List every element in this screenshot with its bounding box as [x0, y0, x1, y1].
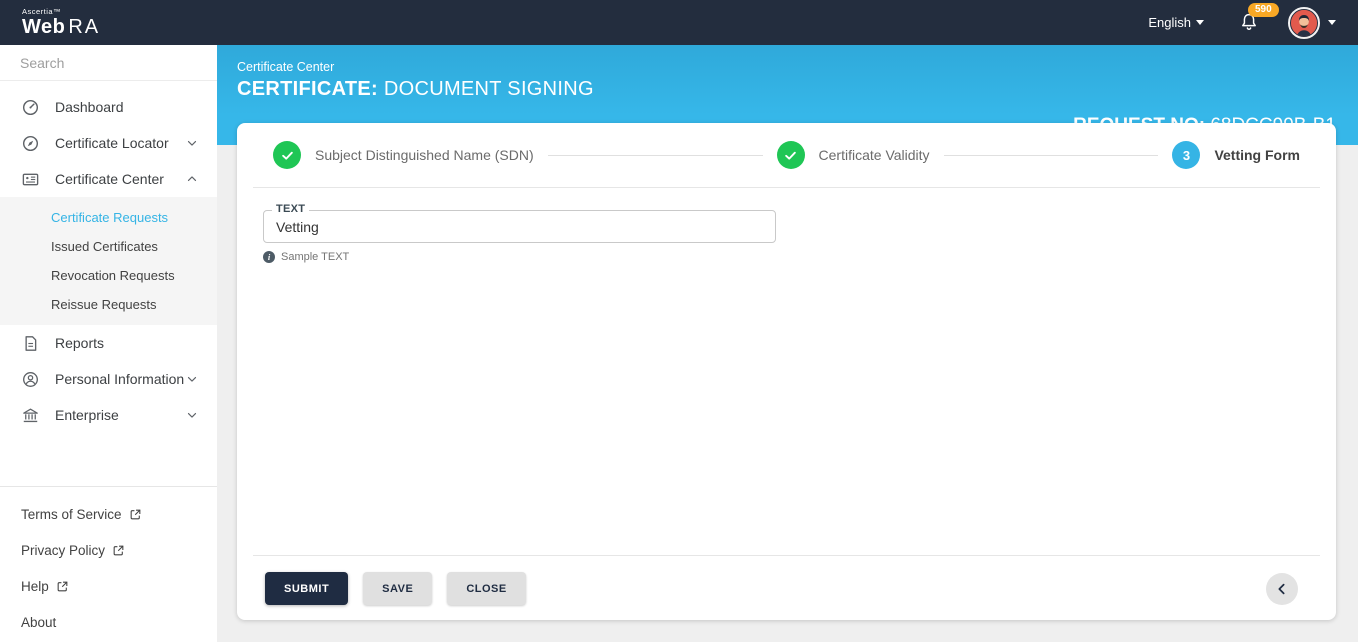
text-field-wrapper: TEXT: [263, 203, 776, 243]
top-navbar: Ascertia™ Web RA English 590: [0, 0, 1358, 45]
page-header-text: Certificate Center CERTIFICATE: DOCUMENT…: [237, 60, 594, 101]
footer-link-label: Terms of Service: [21, 506, 122, 522]
compass-icon: [22, 135, 39, 151]
search-input[interactable]: [20, 54, 201, 71]
save-button[interactable]: SAVE: [363, 572, 433, 605]
bank-icon: [23, 408, 38, 422]
chevron-down-icon: [187, 140, 197, 146]
avatar: [1288, 6, 1320, 39]
notifications-button[interactable]: 590: [1238, 2, 1279, 36]
sidebar-item-label: Certificate Center: [55, 171, 164, 187]
language-selector[interactable]: English: [1148, 15, 1204, 30]
step-number-badge: 3: [1172, 141, 1201, 169]
id-card-icon: [22, 173, 39, 185]
document-icon: [25, 335, 37, 351]
notification-count-badge: 590: [1248, 2, 1279, 17]
card-footer: SUBMIT SAVE CLOSE: [237, 555, 1336, 620]
footer-link-label: About: [21, 614, 57, 630]
form-area: TEXT i Sample TEXT: [237, 188, 1336, 263]
sidebar-item-enterprise[interactable]: Enterprise: [0, 397, 217, 433]
submenu-item-label: Revocation Requests: [51, 268, 175, 283]
sidebar-item-certificate-requests[interactable]: Certificate Requests: [0, 203, 217, 232]
navbar-right: English 590: [1148, 2, 1336, 39]
sidebar-item-issued-certificates[interactable]: Issued Certificates: [0, 232, 217, 261]
step-connector: [547, 154, 763, 156]
help-link[interactable]: Help: [0, 568, 217, 604]
sidebar-item-certificate-locator[interactable]: Certificate Locator: [0, 125, 217, 161]
previous-step-button[interactable]: [1266, 572, 1298, 605]
text-field-label: TEXT: [272, 203, 310, 215]
sidebar-item-label: Reports: [55, 335, 105, 351]
external-link-icon: [130, 509, 140, 519]
sidebar: Dashboard Certificate Locator Certificat…: [0, 45, 217, 642]
submenu-item-label: Certificate Requests: [51, 210, 169, 225]
privacy-policy-link[interactable]: Privacy Policy: [0, 532, 217, 568]
step-label: Vetting Form: [1214, 147, 1300, 163]
sidebar-item-dashboard[interactable]: Dashboard: [0, 89, 217, 125]
helper-row: i Sample TEXT: [263, 251, 1336, 263]
sidebar-item-label: Personal Information: [55, 371, 185, 387]
helper-text: Sample TEXT: [281, 251, 350, 263]
chevron-down-icon: [187, 412, 197, 418]
user-menu[interactable]: [1288, 6, 1336, 39]
sidebar-item-revocation-requests[interactable]: Revocation Requests: [0, 261, 217, 290]
sidebar-item-personal-information[interactable]: Personal Information: [0, 361, 217, 397]
sidebar-search: [0, 45, 217, 81]
chevron-up-icon: [187, 176, 197, 182]
step-vetting-form[interactable]: 3 Vetting Form: [1172, 141, 1300, 169]
sidebar-nav: Dashboard Certificate Locator Certificat…: [0, 81, 217, 433]
terms-of-service-link[interactable]: Terms of Service: [0, 496, 217, 532]
dashboard-icon: [22, 99, 39, 115]
text-input[interactable]: [263, 210, 776, 243]
language-label: English: [1148, 15, 1191, 30]
sidebar-footer: Terms of Service Privacy Policy Help Abo…: [0, 486, 217, 642]
person-circle-icon: [23, 371, 38, 387]
info-icon: i: [263, 251, 275, 263]
step-connector: [943, 154, 1159, 156]
certificate-center-submenu: Certificate Requests Issued Certificates…: [0, 197, 217, 325]
step-certificate-validity[interactable]: Certificate Validity: [776, 141, 930, 169]
sidebar-item-label: Certificate Locator: [55, 135, 169, 151]
brand-ra: RA: [68, 16, 101, 39]
external-link-icon: [57, 581, 68, 591]
sidebar-item-reports[interactable]: Reports: [0, 325, 217, 361]
chevron-left-icon: [1278, 583, 1285, 594]
check-icon: [273, 141, 301, 169]
vetting-form-card: Subject Distinguished Name (SDN) Certifi…: [237, 123, 1336, 620]
brand-web: Web: [22, 16, 66, 39]
breadcrumb: Certificate Center: [237, 60, 335, 74]
chevron-down-icon: [1328, 20, 1336, 25]
brand-ascertia: Ascertia™: [22, 6, 62, 16]
check-icon: [776, 141, 805, 169]
sidebar-item-label: Dashboard: [55, 99, 124, 115]
sidebar-item-label: Enterprise: [55, 407, 119, 423]
chevron-down-icon: [1196, 20, 1204, 25]
chevron-down-icon: [187, 376, 197, 382]
action-buttons-row: SUBMIT SAVE CLOSE: [237, 556, 1336, 620]
footer-link-label: Privacy Policy: [21, 542, 106, 558]
sidebar-item-certificate-center[interactable]: Certificate Center: [0, 161, 217, 197]
page-title: CERTIFICATE: DOCUMENT SIGNING: [237, 78, 594, 100]
step-sdn[interactable]: Subject Distinguished Name (SDN): [273, 141, 534, 169]
submenu-item-label: Issued Certificates: [51, 239, 158, 254]
about-link[interactable]: About: [0, 604, 217, 640]
sidebar-item-reissue-requests[interactable]: Reissue Requests: [0, 290, 217, 319]
step-label: Certificate Validity: [818, 147, 930, 163]
app-logo[interactable]: Ascertia™ Web RA: [22, 8, 100, 38]
step-label: Subject Distinguished Name (SDN): [315, 147, 534, 163]
external-link-icon: [113, 545, 124, 555]
stepper: Subject Distinguished Name (SDN) Certifi…: [237, 123, 1336, 187]
close-button[interactable]: CLOSE: [447, 572, 526, 605]
submit-button[interactable]: SUBMIT: [265, 572, 349, 605]
submenu-item-label: Reissue Requests: [51, 297, 157, 312]
footer-link-label: Help: [21, 578, 49, 594]
